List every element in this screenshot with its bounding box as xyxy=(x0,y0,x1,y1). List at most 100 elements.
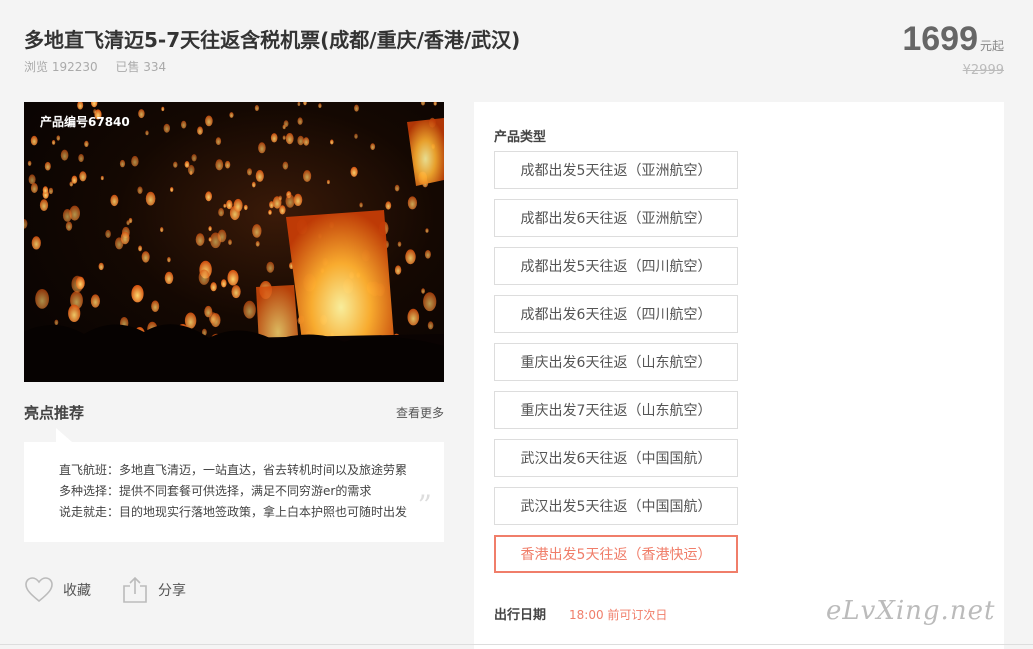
lantern xyxy=(303,170,312,182)
page-title: 多地直飞清迈5-7天往返含税机票(成都/重庆/香港/武汉) xyxy=(24,28,521,52)
option-button[interactable]: 重庆出发7天往返（山东航空） xyxy=(494,391,738,429)
lantern xyxy=(35,289,49,309)
lantern xyxy=(120,231,130,245)
price-block: 1699 元起 xyxy=(902,20,1004,59)
lantern xyxy=(170,187,174,192)
lantern xyxy=(44,161,51,171)
lantern xyxy=(425,228,429,233)
lantern xyxy=(270,133,278,143)
product-type-label: 产品类型 xyxy=(494,130,547,145)
lantern xyxy=(423,292,437,312)
lantern xyxy=(318,103,322,109)
option-button[interactable]: 武汉出发5天往返（中国国航） xyxy=(494,487,738,525)
lantern xyxy=(167,257,171,263)
lantern xyxy=(359,202,363,208)
lantern xyxy=(126,220,130,226)
option-button[interactable]: 武汉出发6天往返（中国国航） xyxy=(494,439,738,477)
lantern xyxy=(145,191,156,206)
lantern xyxy=(433,102,437,106)
lantern xyxy=(233,198,243,212)
lantern xyxy=(405,249,416,265)
lantern xyxy=(163,123,170,133)
lantern xyxy=(138,109,145,119)
lantern xyxy=(297,135,305,146)
lantern xyxy=(223,203,227,208)
lantern xyxy=(228,239,232,245)
option-button[interactable]: 成都出发5天往返（四川航空） xyxy=(494,247,738,285)
lantern xyxy=(65,221,73,231)
lantern xyxy=(191,154,197,162)
lantern xyxy=(184,312,197,329)
favorite-button[interactable]: 收藏 xyxy=(25,575,91,605)
lantern xyxy=(354,133,358,139)
lantern xyxy=(77,102,84,110)
lantern xyxy=(282,135,286,140)
heart-icon xyxy=(25,577,53,603)
lantern xyxy=(394,184,400,192)
product-photo[interactable]: 产品编号67840 xyxy=(24,102,444,382)
lantern xyxy=(424,250,431,259)
highlight-item: 多种选择：提供不同套餐可供选择，满足不同穷游er的需求 xyxy=(59,484,372,498)
lantern xyxy=(385,201,392,210)
favorite-label: 收藏 xyxy=(63,583,91,599)
lantern xyxy=(138,245,143,252)
lantern xyxy=(141,251,150,263)
view-count: 浏览 192230 xyxy=(24,60,98,74)
view-more-link[interactable]: 查看更多 xyxy=(396,404,444,421)
lantern xyxy=(282,161,289,170)
lantern xyxy=(258,142,266,154)
option-button-selected[interactable]: 香港出发5天往返（香港快运） xyxy=(494,535,738,573)
lantern xyxy=(187,164,195,175)
booking-panel: 产品类型 成都出发5天往返（亚洲航空） 成都出发6天往返（亚洲航空） 成都出发5… xyxy=(474,102,1004,649)
lantern xyxy=(354,104,359,112)
lantern xyxy=(68,304,81,322)
lantern xyxy=(251,181,256,188)
lantern xyxy=(42,186,49,194)
product-page: 多地直飞清迈5-7天往返含税机票(成都/重庆/香港/武汉) 浏览 192230 … xyxy=(0,0,1033,649)
option-button[interactable]: 重庆出发6天往返（山东航空） xyxy=(494,343,738,381)
lantern xyxy=(252,224,262,238)
sold-count: 已售 334 xyxy=(115,60,167,74)
lantern xyxy=(84,140,89,147)
option-button[interactable]: 成都出发6天往返（四川航空） xyxy=(494,295,738,333)
lantern xyxy=(224,160,231,169)
lantern xyxy=(151,300,160,312)
lantern xyxy=(297,117,303,125)
lantern xyxy=(62,209,72,222)
lantern xyxy=(226,199,233,210)
share-button[interactable]: 分享 xyxy=(122,575,186,605)
quote-icon: ” xyxy=(417,489,432,522)
lantern xyxy=(279,205,286,215)
lantern xyxy=(268,209,272,215)
lantern xyxy=(218,208,225,217)
lantern xyxy=(197,126,203,135)
lantern xyxy=(98,262,104,271)
lantern xyxy=(27,160,32,166)
lantern xyxy=(285,133,294,145)
product-stats: 浏览 192230 已售 334 xyxy=(24,58,180,75)
lantern xyxy=(303,102,307,106)
option-button[interactable]: 成都出发5天往返（亚洲航空） xyxy=(494,151,738,189)
lantern xyxy=(54,319,59,325)
lantern xyxy=(217,229,227,243)
lantern xyxy=(181,120,187,129)
lantern xyxy=(394,265,402,275)
lantern xyxy=(215,137,222,145)
share-icon xyxy=(123,576,147,603)
lantern xyxy=(221,279,227,288)
lantern xyxy=(30,183,38,193)
lantern xyxy=(31,236,41,250)
lantern xyxy=(255,170,264,182)
lantern xyxy=(71,175,78,184)
lantern xyxy=(330,139,334,145)
lantern xyxy=(110,194,119,207)
lantern xyxy=(231,285,241,299)
lantern xyxy=(173,161,178,168)
lantern xyxy=(285,194,295,208)
lantern xyxy=(397,241,402,247)
lantern xyxy=(370,143,376,150)
option-button[interactable]: 成都出发6天往返（亚洲航空） xyxy=(494,199,738,237)
lantern-image xyxy=(24,102,444,382)
lantern xyxy=(30,135,38,146)
lantern xyxy=(227,269,239,286)
